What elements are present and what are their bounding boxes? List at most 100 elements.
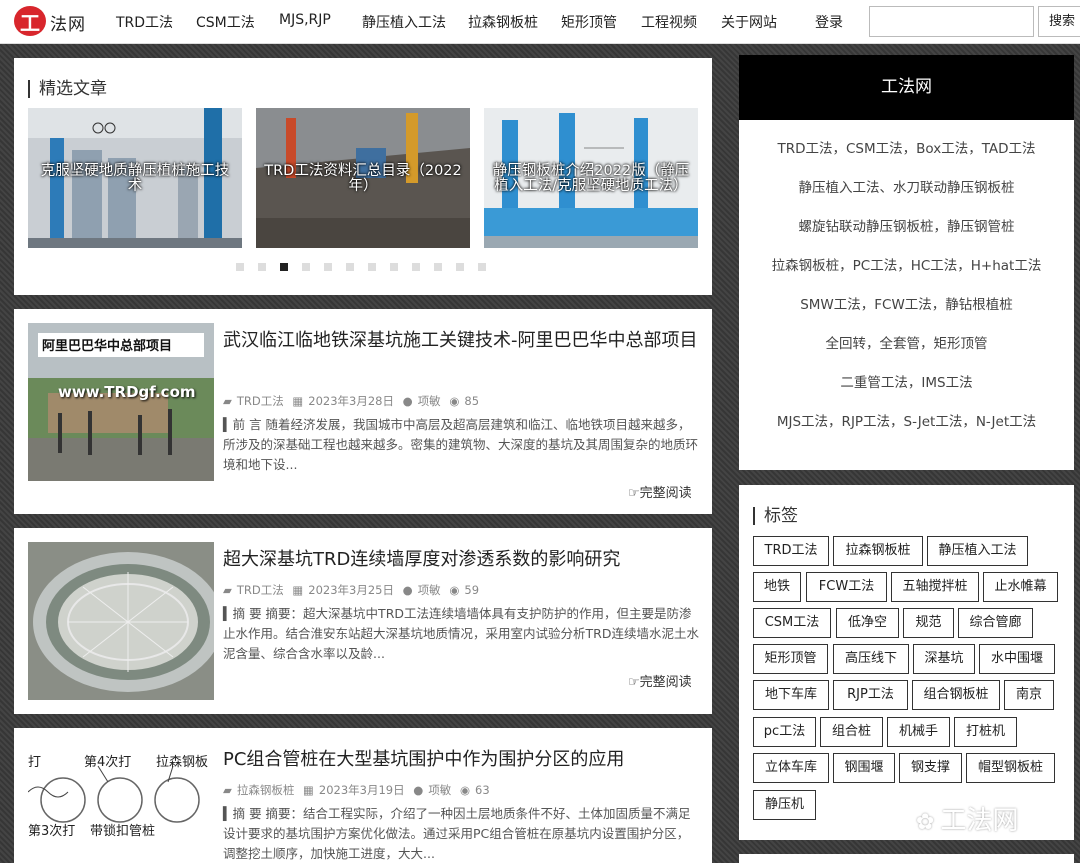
tag-chip[interactable]: 地铁: [753, 572, 801, 602]
read-more-link[interactable]: ☞完整阅读: [628, 482, 692, 501]
tag-chip[interactable]: 南京: [1004, 680, 1054, 710]
tag-chip[interactable]: 组合钢板桩: [912, 680, 1000, 710]
nav-static-press[interactable]: 静压植入工法: [362, 12, 446, 32]
featured-title: 精选文章: [28, 80, 107, 98]
tag-chip[interactable]: pc工法: [753, 717, 816, 747]
top-navbar: 工 法网 TRD工法 CSM工法 MJS,RJP 静压植入工法 拉森钢板桩 矩形…: [0, 0, 1080, 44]
nav-trd[interactable]: TRD工法: [116, 12, 173, 32]
slider-dot-active[interactable]: [280, 263, 288, 271]
article-views: 59: [464, 583, 480, 597]
tag-chip[interactable]: 静压植入工法: [927, 536, 1028, 566]
tag-chip[interactable]: 高压线下: [833, 644, 909, 674]
tag-chip[interactable]: CSM工法: [753, 608, 831, 638]
search-button[interactable]: 搜索: [1038, 6, 1080, 37]
tag-chip[interactable]: 地下车库: [753, 680, 829, 710]
nav-mjs-rjp[interactable]: MJS,RJP: [279, 12, 331, 28]
slider-dot[interactable]: [478, 263, 486, 271]
article-excerpt: ▍摘 要 摘要：结合工程实际，介绍了一种因土层地质条件不好、土体加固质量不满足设…: [223, 806, 691, 861]
tag-chip[interactable]: 机械手: [887, 717, 950, 747]
tag-chip[interactable]: 钢围堰: [833, 753, 895, 783]
article-category[interactable]: 拉森钢板桩: [237, 783, 295, 797]
slider-dot[interactable]: [236, 263, 244, 271]
calendar-icon: ▦: [292, 394, 304, 408]
featured-slide[interactable]: 静压钢板桩介绍2022版（静压植入工法/克服坚硬地质工法）: [484, 108, 698, 248]
tag-chip[interactable]: 打桩机: [954, 717, 1017, 747]
tag-chip[interactable]: 低净空: [836, 608, 899, 638]
nav-pipe-jacking[interactable]: 矩形顶管: [561, 12, 617, 32]
article-thumbnail[interactable]: 阿里巴巴华中总部项目 www.TRDgf.com: [28, 323, 214, 481]
tag-chip[interactable]: 水中围堰: [979, 644, 1055, 674]
article-category[interactable]: TRD工法: [237, 583, 284, 597]
sidebar-link[interactable]: SMW工法，FCW工法，静钻根植桩: [739, 293, 1074, 313]
tag-chip[interactable]: FCW工法: [806, 572, 887, 602]
article-title[interactable]: 武汉临江临地铁深基坑施工关键技术-阿里巴巴华中总部项目: [223, 326, 703, 355]
hand-pointer-icon: ☞: [628, 675, 640, 690]
nav-login[interactable]: 登录: [815, 12, 843, 32]
article-meta: ▰ TRD工法 ▦ 2023年3月25日 ● 项敏 ◉ 59: [223, 582, 484, 598]
tag-chip[interactable]: 综合管廊: [958, 608, 1033, 638]
article-title[interactable]: PC组合管桩在大型基坑围护中作为围护分区的应用: [223, 745, 703, 774]
article-meta: ▰ 拉森钢板桩 ▦ 2023年3月19日 ● 项敏 ◉ 63: [223, 782, 495, 798]
slider-dot[interactable]: [434, 263, 442, 271]
nav-about[interactable]: 关于网站: [721, 12, 777, 32]
article-title[interactable]: 超大深基坑TRD连续墙厚度对渗透系数的影响研究: [223, 545, 703, 574]
logo-text: 法网: [50, 15, 86, 35]
featured-slide[interactable]: TRD工法资料汇总目录（2022年）: [256, 108, 470, 248]
tags-title: 标签: [753, 507, 798, 525]
hand-pointer-icon: ☞: [628, 486, 640, 501]
sidebar-link[interactable]: 全回转，全套管，矩形顶管: [739, 332, 1074, 352]
article-excerpt: ▍摘 要 摘要：超大深基坑中TRD工法连续墙墙体具有支护防护的作用，但主要是防渗…: [223, 606, 699, 661]
user-icon: ●: [413, 783, 424, 797]
article-author: 项敏: [417, 583, 441, 597]
tag-chip[interactable]: 深基坑: [913, 644, 975, 674]
read-more-link[interactable]: ☞完整阅读: [628, 671, 692, 690]
article-views: 63: [475, 783, 490, 797]
slide-caption: 静压钢板桩介绍2022版（静压植入工法/克服坚硬地质工法）: [492, 163, 690, 194]
watermark-text: 工法网: [940, 806, 1019, 836]
tag-chip[interactable]: 组合桩: [820, 717, 883, 747]
featured-slide[interactable]: 克服坚硬地质静压植桩施工技术: [28, 108, 242, 248]
tag-chip[interactable]: 拉森钢板桩: [833, 536, 923, 566]
sidebar-link[interactable]: 静压植入工法、水刀联动静压钢板桩: [739, 176, 1074, 196]
tag-chip[interactable]: RJP工法: [833, 680, 908, 710]
tag-chip[interactable]: 五轴搅拌桩: [891, 572, 979, 602]
nav-larsen[interactable]: 拉森钢板桩: [468, 12, 538, 32]
article-thumbnail[interactable]: 打 第4次打 拉森钢板 第3次打 带锁扣管桩: [28, 742, 214, 863]
eye-icon: ◉: [449, 583, 460, 597]
article-views: 85: [464, 394, 480, 408]
slider-dot[interactable]: [258, 263, 266, 271]
sidebar-link[interactable]: 螺旋钻联动静压钢板桩，静压钢管桩: [739, 215, 1074, 235]
tag-chip[interactable]: 止水帷幕: [983, 572, 1058, 602]
article-category[interactable]: TRD工法: [237, 394, 284, 408]
sidebar-link[interactable]: TRD工法，CSM工法，Box工法，TAD工法: [739, 137, 1074, 157]
nav-csm[interactable]: CSM工法: [196, 12, 255, 32]
thumbnail-watermark: www.TRDgf.com: [58, 383, 196, 401]
thumbnail-label: 第3次打: [28, 824, 76, 839]
nav-videos[interactable]: 工程视频: [641, 12, 697, 32]
slider-dot[interactable]: [390, 263, 398, 271]
sidebar-link[interactable]: MJS工法，RJP工法，S-Jet工法，N-Jet工法: [739, 410, 1074, 430]
tag-chip[interactable]: 规范: [903, 608, 954, 638]
sidebar-title: 工法网: [739, 55, 1074, 120]
tag-chip[interactable]: 立体车库: [753, 753, 829, 783]
slider-dot[interactable]: [346, 263, 354, 271]
sidebar-link[interactable]: 二重管工法，IMS工法: [739, 371, 1074, 391]
tag-chip[interactable]: 钢支撑: [899, 753, 962, 783]
thumbnail-label: 带锁扣管桩: [90, 824, 156, 839]
tag-chip[interactable]: TRD工法: [753, 536, 829, 566]
site-logo[interactable]: 工 法网: [14, 6, 90, 36]
tag-chip[interactable]: 帽型钢板桩: [966, 753, 1055, 783]
slider-dot[interactable]: [302, 263, 310, 271]
slider-dot[interactable]: [324, 263, 332, 271]
slider-dot[interactable]: [368, 263, 376, 271]
tag-chip[interactable]: 矩形顶管: [753, 644, 828, 674]
article-thumbnail[interactable]: [28, 542, 214, 700]
slider-dot[interactable]: [456, 263, 464, 271]
search-input[interactable]: [869, 6, 1034, 37]
tag-chip[interactable]: 静压机: [753, 790, 816, 820]
slider-dot[interactable]: [412, 263, 420, 271]
sidebar-link[interactable]: 拉森钢板桩，PC工法，HC工法，H+hat工法: [739, 254, 1074, 274]
sidebar-next-panel: [739, 854, 1074, 863]
slide-caption: TRD工法资料汇总目录（2022年）: [264, 163, 462, 194]
calendar-icon: ▦: [303, 783, 314, 797]
